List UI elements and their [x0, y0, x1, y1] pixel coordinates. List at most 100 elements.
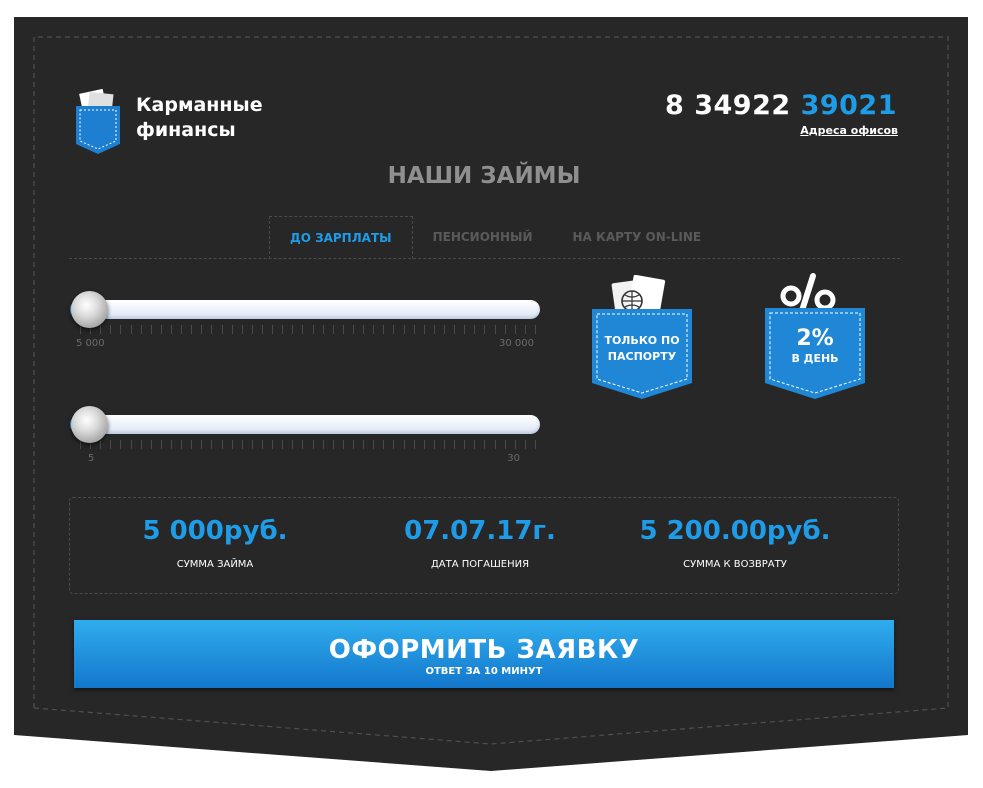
slider-tick: [535, 325, 536, 334]
summary-due-date: 07.07.17г. ДАТА ПОГАШЕНИЯ: [350, 498, 610, 570]
slider-tick: [514, 440, 516, 449]
loan-summary: 5 000руб. СУММА ЗАЙМА 07.07.17г. ДАТА ПО…: [69, 497, 899, 594]
slider-tick: [201, 440, 203, 449]
tab-pension[interactable]: ПЕНСИОННЫЙ: [413, 216, 553, 259]
slider-max-label: 30 000: [499, 338, 534, 349]
summary-return: 5 200.00руб. СУММА К ВОЗВРАТУ: [585, 498, 885, 570]
slider-tick: [140, 440, 142, 449]
slider-tick: [110, 325, 112, 334]
loan-tabs: ДО ЗАРПЛАТЫ ПЕНСИОННЫЙ НА КАРТУ ON-LINE: [269, 216, 721, 259]
slider-tick: [171, 440, 172, 449]
slider-tick: [160, 325, 162, 334]
slider-tick: [454, 325, 456, 334]
slider-thumb[interactable]: [71, 291, 108, 328]
phone-code: 8 34922: [665, 90, 791, 121]
slider-tick: [524, 440, 526, 449]
slider-tick: [464, 440, 466, 449]
amount-slider[interactable]: 5 000 30 000: [70, 291, 540, 349]
slider-tick: [373, 440, 375, 449]
slider-tick: [201, 325, 203, 334]
slider-tick: [211, 440, 213, 449]
slider-tick: [191, 440, 193, 449]
days-slider[interactable]: 5 30: [70, 406, 540, 464]
slider-tick: [383, 325, 385, 334]
slider-tick: [514, 325, 516, 334]
apply-button[interactable]: ОФОРМИТЬ ЗАЯВКУ ОТВЕТ ЗА 10 МИНУТ: [74, 620, 894, 688]
slider-tick: [403, 325, 405, 334]
slider-tick: [282, 440, 284, 449]
slider-tick: [272, 325, 274, 334]
slider-tick: [292, 325, 294, 334]
slider-tick: [262, 325, 263, 334]
slider-min-label: 5: [88, 453, 95, 464]
tab-card-online[interactable]: НА КАРТУ ON-LINE: [553, 216, 722, 259]
slider-tick: [312, 325, 314, 334]
slider-tick: [363, 325, 365, 334]
slider-tick: [312, 440, 314, 449]
slider-tick: [332, 440, 334, 449]
phone-number[interactable]: 8 34922 39021: [665, 90, 897, 121]
slider-tick: [474, 440, 476, 449]
slider-tick: [373, 325, 375, 334]
slider-tick: [353, 325, 354, 334]
pocket-logo-icon: [76, 88, 120, 154]
summary-return-label: СУММА К ВОЗВРАТУ: [683, 559, 787, 570]
passport-badge: ТОЛЬКО ПО ПАСПОРТУ: [592, 274, 692, 400]
brand-name-line2: финансы: [136, 119, 236, 141]
slider-tick: [130, 325, 132, 334]
slider-tick: [332, 325, 334, 334]
slider-thumb[interactable]: [71, 406, 108, 443]
slider-tick: [524, 325, 526, 334]
slider-tick: [100, 440, 102, 449]
summary-amount: 5 000руб. СУММА ЗАЙМА: [85, 498, 345, 570]
slider-tick: [494, 325, 496, 334]
slider-tick: [241, 325, 243, 334]
slider-tick: [322, 325, 324, 334]
slider-ticks: [80, 325, 536, 334]
summary-return-value: 5 200.00руб.: [639, 516, 831, 546]
slider-tick: [282, 325, 284, 334]
apply-button-sublabel: ОТВЕТ ЗА 10 МИНУТ: [425, 666, 543, 677]
slider-tick: [150, 440, 152, 449]
slider-tick: [423, 440, 425, 449]
slider-tick: [272, 440, 274, 449]
slider-tick: [403, 440, 405, 449]
brand-name: Карманные финансы: [136, 93, 263, 143]
tabs-divider: [69, 258, 900, 259]
passport-badge-text: ТОЛЬКО ПО ПАСПОРТУ: [592, 333, 692, 365]
slider-track[interactable]: [70, 300, 540, 319]
offices-link[interactable]: Адреса офисов: [800, 124, 898, 137]
brand-logo[interactable]: Карманные финансы: [74, 88, 263, 154]
slider-tick: [423, 325, 425, 334]
passport-badge-line1: ТОЛЬКО ПО: [604, 334, 680, 347]
slider-tick: [160, 440, 162, 449]
slider-tick: [110, 440, 112, 449]
slider-tick: [80, 440, 81, 449]
slider-tick: [393, 440, 395, 449]
slider-tick: [181, 440, 183, 449]
slider-ticks: [80, 440, 536, 449]
rate-badge: 2% В ДЕНЬ: [763, 270, 867, 400]
slider-tick: [433, 440, 435, 449]
slider-tick: [484, 440, 486, 449]
summary-amount-value: 5 000руб.: [142, 516, 288, 546]
slider-track[interactable]: [70, 415, 540, 434]
slider-tick: [484, 325, 486, 334]
slider-tick: [474, 325, 476, 334]
slider-tick: [120, 325, 122, 334]
slider-tick: [383, 440, 385, 449]
slider-tick: [342, 440, 344, 449]
slider-tick: [292, 440, 294, 449]
slider-tick: [211, 325, 213, 334]
slider-tick: [221, 325, 223, 334]
slider-tick: [454, 440, 456, 449]
slider-tick: [342, 325, 344, 334]
phone-main: 39021: [800, 90, 897, 121]
slider-tick: [100, 325, 102, 334]
slider-tick: [251, 325, 253, 334]
rate-value: 2%: [796, 326, 834, 351]
slider-tick: [302, 325, 304, 334]
slider-tick: [444, 325, 445, 334]
slider-tick: [191, 325, 193, 334]
tab-salary[interactable]: ДО ЗАРПЛАТЫ: [269, 216, 413, 259]
